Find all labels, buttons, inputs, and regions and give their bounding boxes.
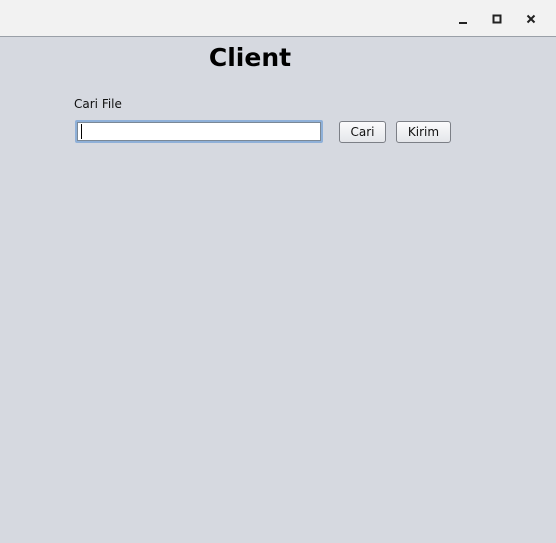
minimize-icon [458, 14, 468, 24]
page-title: Client [208, 43, 292, 72]
title-bar[interactable] [0, 0, 556, 37]
close-button[interactable] [514, 0, 548, 37]
client-window: Client Cari File Cari Kirim [0, 0, 556, 543]
send-button[interactable]: Kirim [396, 121, 451, 143]
browse-button[interactable]: Cari [339, 121, 386, 143]
window-controls [446, 0, 548, 37]
close-icon [526, 14, 536, 24]
maximize-button[interactable] [480, 0, 514, 37]
minimize-button[interactable] [446, 0, 480, 37]
file-search-label: Cari File [74, 97, 122, 111]
text-caret [81, 124, 82, 139]
maximize-icon [492, 14, 502, 24]
file-path-input[interactable] [75, 120, 323, 143]
